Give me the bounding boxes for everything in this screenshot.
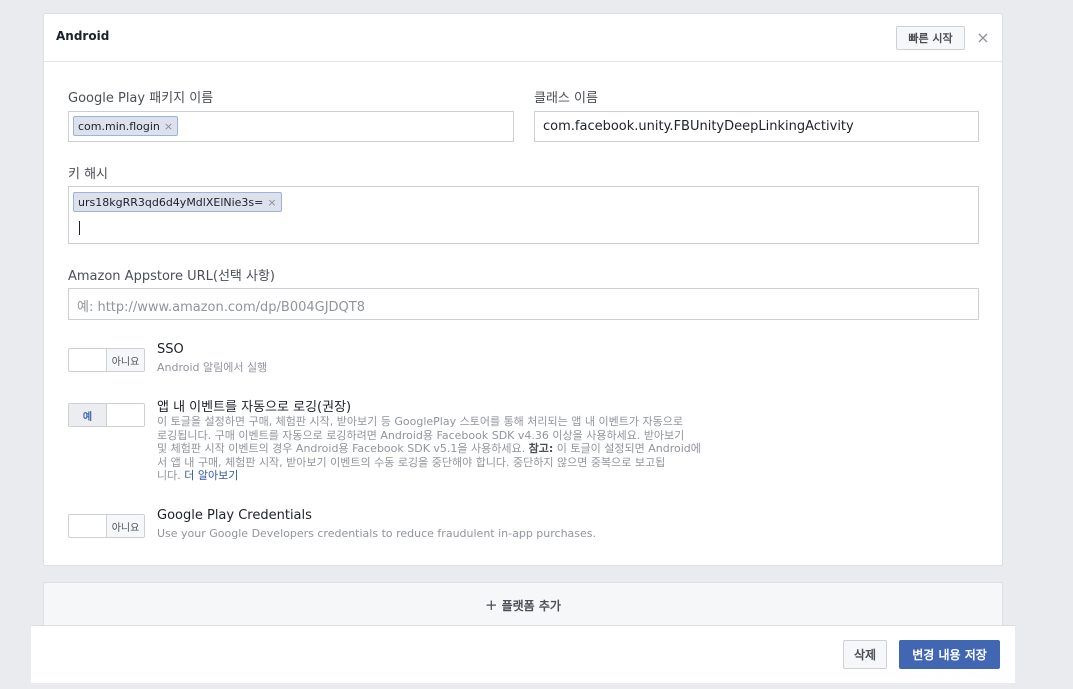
close-icon[interactable]: × [976,28,990,48]
auto-log-toggle-label: 예 [69,404,107,426]
auto-log-description: 이 토글을 설정하면 구매, 체험판 시작, 받아보기 등 GooglePlay… [157,415,757,483]
auto-log-desc-line: 로깅됩니다. 구매 이벤트를 자동으로 로깅하려면 Android용 Faceb… [157,428,685,442]
class-name-value: com.facebook.unity.FBUnityDeepLinkingAct… [543,119,854,134]
save-changes-button[interactable]: 변경 내용 저장 [899,640,1000,669]
auto-log-desc-line: 서 앱 내 구매, 체험판 시작, 받아보기 이벤트의 수동 로깅을 중단해야 … [157,455,666,469]
quick-start-button[interactable]: 빠른 시작 [896,26,965,50]
auto-log-desc-line: 니다. 더 알아보기 [157,469,757,483]
auto-log-desc-line: 이 토글을 설정하면 구매, 체험판 시작, 받아보기 등 GooglePlay… [157,415,683,428]
text-caret [79,221,80,235]
remove-token-icon[interactable]: × [164,120,173,133]
sso-toggle[interactable]: 아니요 [68,348,145,372]
package-name-token-text: com.min.flogin [78,119,160,133]
android-platform-panel: Android 빠른 시작 × Google Play 패키지 이름 com.m… [43,13,1003,566]
credentials-title: Google Play Credentials [157,508,312,523]
package-name-label: Google Play 패키지 이름 [68,91,214,106]
credentials-description: Use your Google Developers credentials t… [157,527,597,540]
class-name-label: 클래스 이름 [534,91,598,106]
auto-log-desc-line: 및 체험판 시작 이벤트의 경우 Android용 Facebook SDK v… [157,442,757,456]
plus-icon: + [485,596,498,614]
panel-header: Android 빠른 시작 × [44,14,1002,62]
key-hash-token-text: urs18kgRR3qd6d4yMdlXElNie3s= [78,195,264,209]
learn-more-link[interactable]: 더 알아보기 [184,469,238,482]
key-hash-field[interactable]: urs18kgRR3qd6d4yMdlXElNie3s= × [68,186,979,244]
package-name-field[interactable]: com.min.flogin × [68,111,514,142]
class-name-field[interactable]: com.facebook.unity.FBUnityDeepLinkingAct… [534,111,979,142]
key-hash-label: 키 해시 [68,167,109,182]
footer-bar: 삭제 변경 내용 저장 [31,625,1015,683]
amazon-url-placeholder: 예: http://www.amazon.com/dp/B004GJDQT8 [77,300,366,315]
delete-button[interactable]: 삭제 [843,640,887,669]
package-name-token: com.min.flogin × [73,116,179,136]
auto-log-desc-text: 및 체험판 시작 이벤트의 경우 Android용 Facebook SDK v… [157,442,526,455]
panel-title: Android [56,29,110,43]
note-label: 참고: [528,442,554,455]
note-text: 이 토글이 설정되면 Android에 [553,442,701,455]
amazon-url-input[interactable]: 예: http://www.amazon.com/dp/B004GJDQT8 [68,288,979,320]
amazon-url-label: Amazon Appstore URL(선택 사항) [68,269,275,284]
sso-description: Android 알림에서 실행 [157,361,268,374]
note-text-end: 니다. [157,469,185,482]
remove-token-icon[interactable]: × [267,196,276,209]
sso-title: SSO [157,342,184,357]
add-platform-button[interactable]: + 플랫폼 추가 [43,582,1003,628]
auto-log-toggle[interactable]: 예 [68,403,145,427]
sso-toggle-label: 아니요 [106,349,144,371]
auto-log-title: 앱 내 이벤트를 자동으로 로깅(권장) [157,400,352,415]
key-hash-token: urs18kgRR3qd6d4yMdlXElNie3s= × [73,192,282,212]
credentials-toggle-label: 아니요 [106,515,144,537]
credentials-toggle[interactable]: 아니요 [68,514,145,538]
add-platform-label: 플랫폼 추가 [501,598,561,613]
